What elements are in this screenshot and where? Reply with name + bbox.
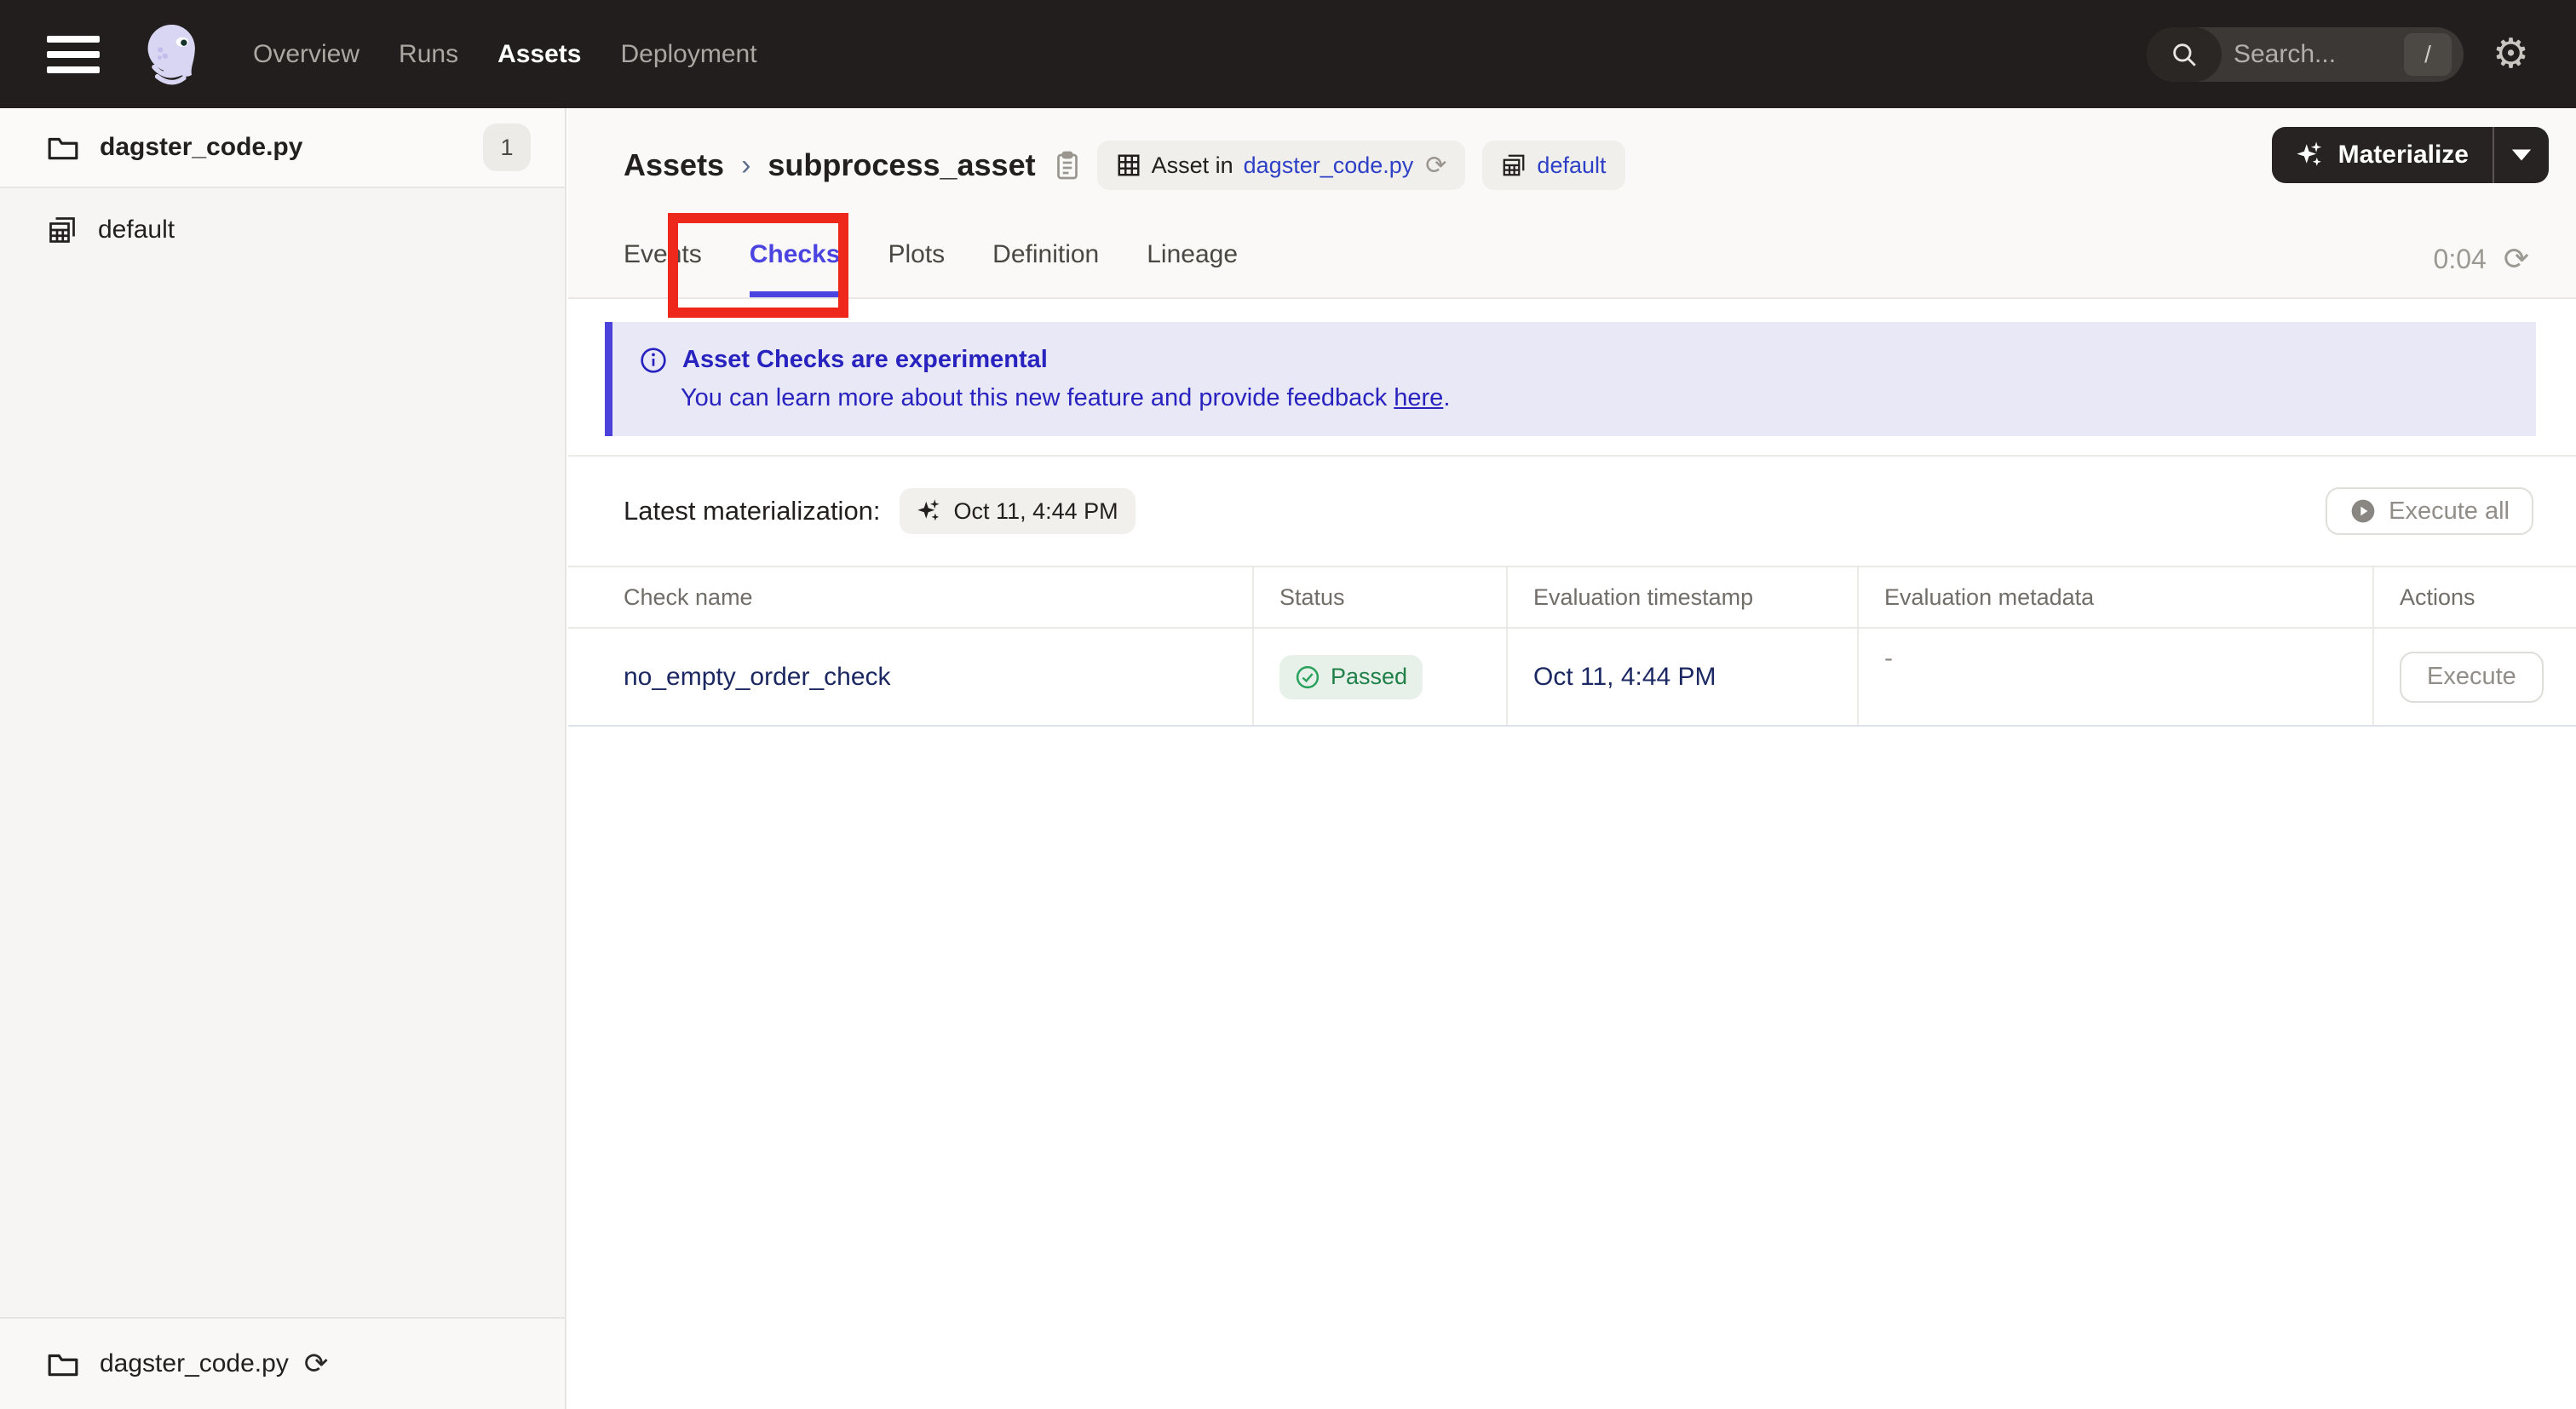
tab-plots[interactable]: Plots <box>888 240 945 297</box>
folder-icon <box>47 134 79 161</box>
tab-checks[interactable]: Checks <box>749 240 841 297</box>
refresh-definition-icon[interactable]: ⟳ <box>1425 151 1446 181</box>
col-evaluation-timestamp: Evaluation timestamp <box>1506 567 1857 627</box>
tab-events[interactable]: Events <box>624 240 702 297</box>
latest-materialization-row: Latest materialization: Oct 11, 4:44 PM … <box>568 457 2576 566</box>
top-navbar: Overview Runs Assets Deployment / ⚙ <box>0 0 2576 108</box>
asset-group-badge[interactable]: default <box>1482 141 1625 190</box>
refresh-countdown: 0:04 <box>2433 243 2487 274</box>
materialize-button[interactable]: Materialize <box>2272 141 2493 170</box>
table-row: no_empty_order_check Passed Oct 11, 4:44… <box>568 629 2576 727</box>
sidebar-footer-code-location: dagster_code.py ⟳ <box>0 1317 565 1409</box>
execute-button[interactable]: Execute <box>2400 651 2544 703</box>
latest-materialization-badge[interactable]: Oct 11, 4:44 PM <box>899 488 1136 534</box>
nav-item-overview[interactable]: Overview <box>253 40 359 69</box>
latest-materialization-timestamp: Oct 11, 4:44 PM <box>953 497 1118 524</box>
nav-menu: Overview Runs Assets Deployment <box>253 40 757 69</box>
execute-all-button[interactable]: Execute all <box>2326 487 2533 535</box>
sparkles-icon <box>917 498 942 524</box>
code-location-label: dagster_code.py <box>100 1349 289 1377</box>
page-title: subprocess_asset <box>768 147 1036 182</box>
asset-sidebar: dagster_code.py 1 default dagster_code.p… <box>0 108 566 1409</box>
hamburger-menu-icon[interactable] <box>47 35 100 73</box>
experimental-banner: Asset Checks are experimental You can le… <box>605 322 2536 436</box>
search-shortcut-key: / <box>2403 32 2452 76</box>
latest-materialization-label: Latest materialization: <box>624 496 881 526</box>
check-circle-icon <box>1295 664 1320 690</box>
banner-body-suffix: . <box>1443 384 1451 411</box>
info-icon <box>640 347 667 374</box>
sidebar-item-label: default <box>98 216 175 244</box>
nav-item-deployment[interactable]: Deployment <box>620 40 756 69</box>
nav-item-assets[interactable]: Assets <box>497 40 581 69</box>
asset-definition-badge[interactable]: Asset in dagster_code.py ⟳ <box>1096 141 1466 190</box>
tab-lineage[interactable]: Lineage <box>1147 240 1238 297</box>
asset-in-label: Asset in <box>1151 152 1233 178</box>
breadcrumb-assets-link[interactable]: Assets <box>624 147 724 183</box>
evaluation-metadata-value: - <box>1884 644 1893 672</box>
sidebar-item-default-group[interactable]: default <box>0 197 565 263</box>
folder-icon <box>47 1350 79 1377</box>
asset-tabs: Events Checks Plots Definition Lineage <box>624 240 1238 297</box>
materialize-button-group: Materialize <box>2271 127 2549 183</box>
status-badge: Passed <box>1279 654 1423 699</box>
asset-group-icon <box>47 215 78 245</box>
search-icon <box>2146 26 2222 82</box>
copy-asset-name-icon[interactable] <box>1055 150 1080 181</box>
sparkles-icon <box>2296 141 2325 170</box>
feedback-link[interactable]: here <box>1394 384 1443 411</box>
materialize-label: Materialize <box>2337 141 2469 169</box>
nav-item-runs[interactable]: Runs <box>399 40 458 69</box>
chevron-down-icon <box>2511 149 2532 161</box>
gear-icon[interactable]: ⚙ <box>2493 33 2529 75</box>
asset-page-header: Assets › subprocess_asset Asset in dagst… <box>568 108 2576 299</box>
banner-body-text: You can learn more about this new featur… <box>681 384 1394 411</box>
refresh-icon[interactable]: ⟳ <box>2504 241 2529 277</box>
search-input[interactable] <box>2233 39 2387 69</box>
materialize-dropdown-button[interactable] <box>2494 127 2549 183</box>
col-evaluation-metadata: Evaluation metadata <box>1857 567 2372 627</box>
sidebar-item-label: dagster_code.py <box>100 133 303 161</box>
asset-count-badge: 1 <box>483 124 531 171</box>
checks-table: Check name Status Evaluation timestamp E… <box>568 566 2576 727</box>
col-status: Status <box>1252 567 1506 627</box>
code-location-link[interactable]: dagster_code.py <box>1244 152 1414 179</box>
status-label: Passed <box>1331 664 1408 689</box>
breadcrumb-separator: › <box>741 148 751 181</box>
main-content: Assets › subprocess_asset Asset in dagst… <box>568 108 2576 1409</box>
banner-title: Asset Checks are experimental <box>682 346 1048 373</box>
reload-code-location-icon[interactable]: ⟳ <box>304 1347 329 1381</box>
table-header-row: Check name Status Evaluation timestamp E… <box>568 566 2576 629</box>
banner-body: You can learn more about this new featur… <box>681 384 2536 412</box>
check-name-link[interactable]: no_empty_order_check <box>624 663 891 692</box>
col-actions: Actions <box>2372 567 2576 627</box>
asset-table-icon <box>1116 152 1141 178</box>
sidebar-item-dagster-code[interactable]: dagster_code.py 1 <box>0 108 565 188</box>
refresh-status: 0:04 ⟳ <box>2434 241 2529 277</box>
asset-group-icon <box>1501 152 1527 178</box>
execute-all-label: Execute all <box>2389 497 2510 525</box>
play-circle-icon <box>2349 497 2377 525</box>
dagster-logo-icon[interactable] <box>134 15 212 94</box>
tab-definition[interactable]: Definition <box>992 240 1099 297</box>
search-box[interactable]: / <box>2146 26 2464 82</box>
group-link[interactable]: default <box>1537 152 1606 179</box>
evaluation-timestamp-link[interactable]: Oct 11, 4:44 PM <box>1533 663 1716 692</box>
col-check-name: Check name <box>624 584 753 610</box>
